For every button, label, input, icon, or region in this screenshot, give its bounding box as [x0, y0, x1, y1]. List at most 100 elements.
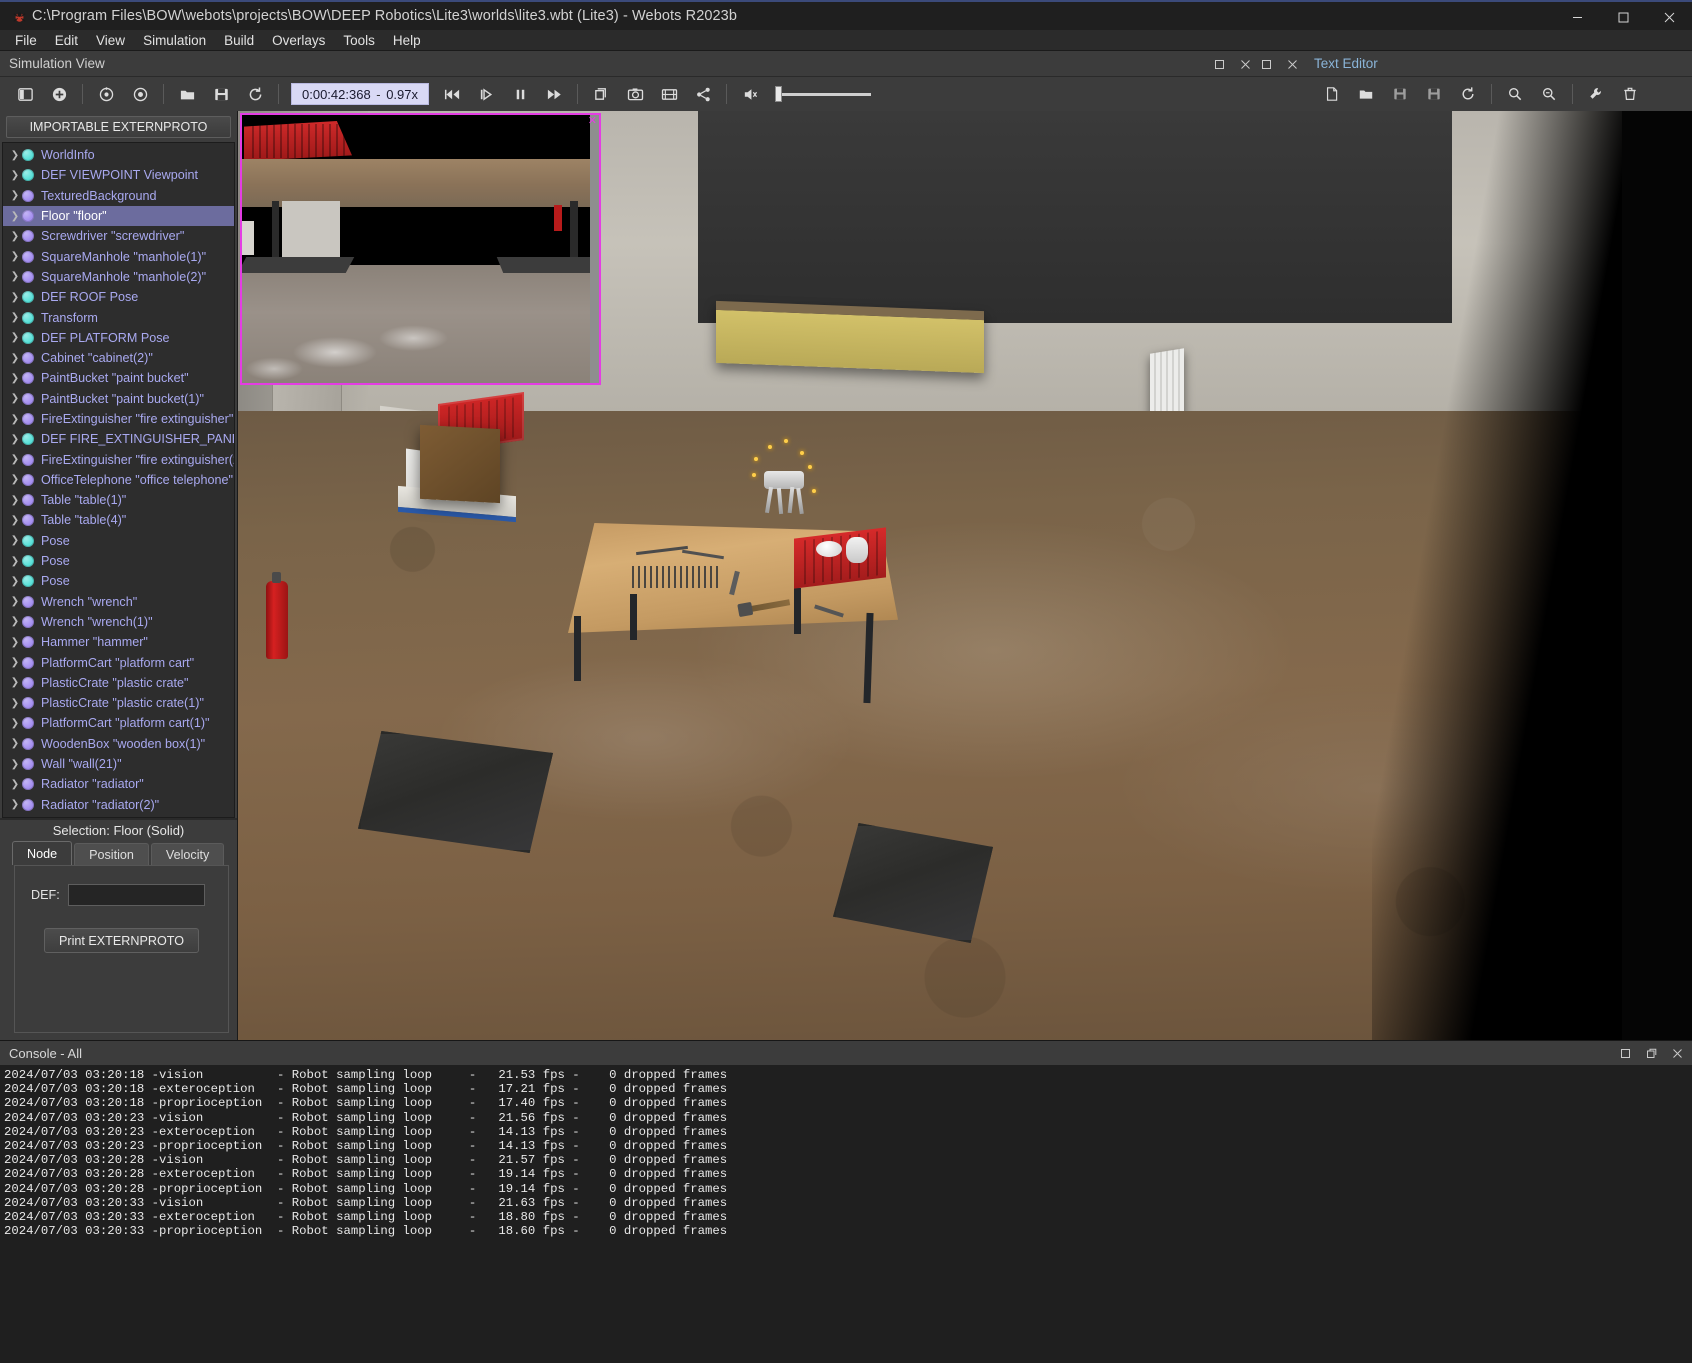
- tree-item-8[interactable]: ❯ Transform: [3, 307, 234, 327]
- chevron-right-icon[interactable]: ❯: [8, 759, 22, 770]
- simulation-viewport-3d[interactable]: ✕: [238, 111, 1692, 1040]
- run-fast-icon[interactable]: [537, 79, 571, 109]
- chevron-right-icon[interactable]: ❯: [8, 495, 22, 506]
- tab-position[interactable]: Position: [74, 843, 149, 865]
- tree-item-11[interactable]: ❯ PaintBucket "paint bucket": [3, 368, 234, 388]
- tree-item-28[interactable]: ❯ PlatformCart "platform cart(1)": [3, 713, 234, 733]
- cabinet-object[interactable]: [716, 300, 984, 374]
- tree-item-5[interactable]: ❯ SquareManhole "manhole(1)": [3, 246, 234, 266]
- toggle-sidebar-icon[interactable]: [8, 79, 42, 109]
- tree-item-13[interactable]: ❯ FireExtinguisher "fire extinguisher": [3, 409, 234, 429]
- fire-extinguisher-object[interactable]: [266, 572, 288, 659]
- chevron-right-icon[interactable]: ❯: [8, 515, 22, 526]
- chevron-right-icon[interactable]: ❯: [8, 312, 22, 323]
- close-button[interactable]: [1646, 2, 1692, 32]
- close-icon[interactable]: [1238, 57, 1252, 71]
- tree-item-31[interactable]: ❯ Radiator "radiator": [3, 774, 234, 794]
- chevron-right-icon[interactable]: ❯: [8, 657, 22, 668]
- menu-file[interactable]: File: [6, 31, 46, 50]
- save-file-icon[interactable]: [1383, 79, 1417, 109]
- chevron-right-icon[interactable]: ❯: [8, 698, 22, 709]
- save-all-icon[interactable]: [1417, 79, 1451, 109]
- tree-item-3[interactable]: ❯ Floor "floor": [3, 205, 234, 227]
- console-output[interactable]: 2024/07/03 03:20:18 -vision - Robot samp…: [0, 1065, 1692, 1363]
- tree-item-22[interactable]: ❯ Wrench "wrench": [3, 592, 234, 612]
- tree-item-4[interactable]: ❯ Screwdriver "screwdriver": [3, 226, 234, 246]
- find-replace-icon[interactable]: [1532, 79, 1566, 109]
- chevron-right-icon[interactable]: ❯: [8, 414, 22, 425]
- chevron-right-icon[interactable]: ❯: [8, 799, 22, 810]
- maximize-button[interactable]: [1600, 2, 1646, 32]
- simulation-time-field[interactable]: 0:00:42:368 - 0.97x: [291, 83, 429, 105]
- chevron-right-icon[interactable]: ❯: [8, 677, 22, 688]
- tree-item-9[interactable]: ❯ DEF PLATFORM Pose: [3, 328, 234, 348]
- chevron-right-icon[interactable]: ❯: [8, 576, 22, 587]
- chevron-right-icon[interactable]: ❯: [8, 190, 22, 201]
- chevron-right-icon[interactable]: ❯: [8, 596, 22, 607]
- chevron-right-icon[interactable]: ❯: [8, 779, 22, 790]
- revert-file-icon[interactable]: [1451, 79, 1485, 109]
- render-icon[interactable]: [584, 79, 618, 109]
- chevron-right-icon[interactable]: ❯: [8, 393, 22, 404]
- chevron-right-icon[interactable]: ❯: [8, 454, 22, 465]
- clean-icon[interactable]: [1613, 79, 1647, 109]
- tree-item-14[interactable]: ❯ DEF FIRE_EXTINGUISHER_PANEL Pose: [3, 429, 234, 449]
- chevron-right-icon[interactable]: ❯: [8, 556, 22, 567]
- chevron-right-icon[interactable]: ❯: [8, 251, 22, 262]
- menu-tools[interactable]: Tools: [334, 31, 384, 50]
- chevron-right-icon[interactable]: ❯: [8, 474, 22, 485]
- tree-item-19[interactable]: ❯ Pose: [3, 531, 234, 551]
- restore-icon[interactable]: [1259, 57, 1273, 71]
- chevron-right-icon[interactable]: ❯: [8, 637, 22, 648]
- view-icon[interactable]: [123, 79, 157, 109]
- wooden-box-object[interactable]: [420, 424, 500, 504]
- menu-overlays[interactable]: Overlays: [263, 31, 334, 50]
- build-icon[interactable]: [1579, 79, 1613, 109]
- chevron-right-icon[interactable]: ❯: [8, 170, 22, 181]
- chevron-right-icon[interactable]: ❯: [8, 271, 22, 282]
- tree-item-25[interactable]: ❯ PlatformCart "platform cart": [3, 652, 234, 672]
- tree-item-21[interactable]: ❯ Pose: [3, 571, 234, 591]
- tree-item-2[interactable]: ❯ TexturedBackground: [3, 186, 234, 206]
- tree-item-29[interactable]: ❯ WoodenBox "wooden box(1)": [3, 734, 234, 754]
- sound-icon[interactable]: [733, 79, 767, 109]
- tree-item-15[interactable]: ❯ FireExtinguisher "fire extinguisher(2)": [3, 449, 234, 469]
- volume-slider-handle[interactable]: [775, 86, 782, 102]
- tree-item-32[interactable]: ❯ Radiator "radiator(2)": [3, 795, 234, 815]
- tree-item-6[interactable]: ❯ SquareManhole "manhole(2)": [3, 267, 234, 287]
- reset-simulation-icon[interactable]: [435, 79, 469, 109]
- chevron-right-icon[interactable]: ❯: [8, 231, 22, 242]
- pause-icon[interactable]: [503, 79, 537, 109]
- menu-view[interactable]: View: [87, 31, 134, 50]
- tree-item-23[interactable]: ❯ Wrench "wrench(1)": [3, 612, 234, 632]
- chevron-right-icon[interactable]: ❯: [8, 373, 22, 384]
- minimize-button[interactable]: [1554, 2, 1600, 32]
- tree-item-27[interactable]: ❯ PlasticCrate "plastic crate(1)": [3, 693, 234, 713]
- scene-tree[interactable]: ❯ WorldInfo ❯ DEF VIEWPOINT Viewpoint ❯ Textu…: [2, 142, 235, 818]
- save-world-icon[interactable]: [204, 79, 238, 109]
- close-icon[interactable]: [1285, 57, 1299, 71]
- tab-velocity[interactable]: Velocity: [150, 843, 225, 865]
- tree-item-26[interactable]: ❯ PlasticCrate "plastic crate": [3, 673, 234, 693]
- chevron-right-icon[interactable]: ❯: [8, 535, 22, 546]
- def-input[interactable]: [67, 884, 205, 906]
- movie-icon[interactable]: [652, 79, 686, 109]
- menu-edit[interactable]: Edit: [46, 31, 87, 50]
- restore-viewpoint-icon[interactable]: [89, 79, 123, 109]
- new-file-icon[interactable]: [1315, 79, 1349, 109]
- close-icon[interactable]: [1670, 1046, 1684, 1060]
- tree-item-20[interactable]: ❯ Pose: [3, 551, 234, 571]
- chevron-right-icon[interactable]: ❯: [8, 211, 22, 222]
- tree-item-0[interactable]: ❯ WorldInfo: [3, 145, 234, 165]
- tree-item-10[interactable]: ❯ Cabinet "cabinet(2)": [3, 348, 234, 368]
- chevron-right-icon[interactable]: ❯: [8, 353, 22, 364]
- menu-build[interactable]: Build: [215, 31, 263, 50]
- chevron-right-icon[interactable]: ❯: [8, 616, 22, 627]
- tree-item-24[interactable]: ❯ Hammer "hammer": [3, 632, 234, 652]
- cup-object[interactable]: [846, 537, 868, 563]
- chevron-right-icon[interactable]: ❯: [8, 332, 22, 343]
- float-icon[interactable]: [1644, 1046, 1658, 1060]
- lite3-robot[interactable]: [752, 439, 816, 521]
- print-externproto-button[interactable]: Print EXTERNPROTO: [43, 928, 200, 953]
- tree-item-16[interactable]: ❯ OfficeTelephone "office telephone": [3, 470, 234, 490]
